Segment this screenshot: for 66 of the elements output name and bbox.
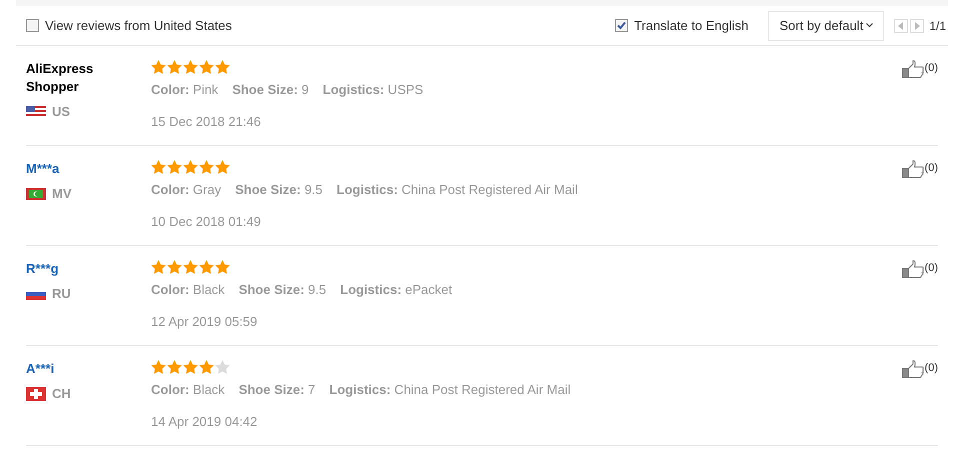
- detail-text: Shoe Size: 7: [238, 381, 316, 399]
- detail-text: Shoe Size: 9: [232, 81, 309, 99]
- caret-icon: [866, 23, 874, 28]
- thumbs-up-icon: [902, 260, 924, 278]
- page-indicator: 1/1: [929, 18, 946, 34]
- detail-text: Color: Black: [151, 381, 225, 399]
- like-button[interactable]: (0): [902, 60, 938, 78]
- star-icon: [215, 260, 230, 274]
- detail-text: Color: Black: [151, 281, 225, 299]
- star-icon: [151, 360, 166, 374]
- star-icon: [167, 60, 182, 74]
- detail-text: Shoe Size: 9.5: [235, 181, 323, 199]
- flag-icon: [26, 106, 46, 118]
- star-icon: [199, 260, 214, 274]
- checkbox[interactable]: [615, 19, 628, 32]
- star-icon: [183, 260, 198, 274]
- star-icon: [151, 160, 166, 174]
- flag-icon: [26, 188, 46, 200]
- translate-checkbox[interactable]: Translate to English: [615, 16, 748, 36]
- star-icon: [183, 160, 198, 174]
- reviewer-name[interactable]: A***i: [26, 360, 106, 378]
- star-icon: [183, 60, 198, 74]
- star-icon: [199, 160, 214, 174]
- star-icon: [167, 260, 182, 274]
- review-date: 15 Dec 2018 21:46: [151, 112, 262, 130]
- star-icon: [215, 160, 230, 174]
- right-arrow-icon: [914, 22, 920, 30]
- previous-page-button[interactable]: [894, 18, 908, 32]
- review-date: 10 Dec 2018 01:49: [151, 212, 262, 230]
- detail-text: Shoe Size: 9.5: [238, 281, 326, 299]
- detail-text: Logistics: China Post Registered Air Mail: [329, 381, 571, 399]
- star-icon: [215, 60, 230, 74]
- country-code: MV: [52, 185, 72, 203]
- like-button[interactable]: (0): [902, 160, 938, 178]
- detail-text: Logistics: China Post Registered Air Mail: [336, 181, 578, 199]
- country-code: RU: [52, 285, 71, 303]
- country-code: CH: [52, 385, 71, 403]
- reviewer-name[interactable]: R***g: [26, 260, 106, 278]
- detail-text: Logistics: ePacket: [340, 281, 452, 299]
- next-page-button[interactable]: [910, 18, 924, 32]
- star-icon: [167, 360, 182, 374]
- review-date: 14 Apr 2019 04:42: [151, 412, 258, 431]
- flag-icon: [26, 386, 46, 401]
- star-icon: [167, 160, 182, 174]
- star-icon: [183, 360, 198, 374]
- thumbs-up-icon: [902, 160, 924, 178]
- like-button[interactable]: (0): [902, 360, 938, 378]
- thumbs-up-icon: [902, 60, 924, 78]
- like-button[interactable]: (0): [902, 260, 938, 278]
- left-arrow-icon: [898, 22, 904, 30]
- checkbox[interactable]: [26, 19, 39, 32]
- reviewer-name: AliExpress Shopper: [26, 60, 94, 96]
- thumbs-up-icon: [902, 360, 924, 378]
- review-date: 12 Apr 2019 05:59: [151, 312, 258, 331]
- country-code: US: [52, 103, 70, 121]
- reviewer-name[interactable]: M***a: [26, 160, 106, 178]
- star-icon: [151, 60, 166, 74]
- detail-text: Logistics: USPS: [322, 81, 424, 99]
- star-icon: [199, 60, 214, 74]
- star-icon: [215, 360, 230, 374]
- star-icon: [151, 260, 166, 274]
- star-icon: [199, 360, 214, 374]
- sort-dropdown[interactable]: Sort by default: [768, 10, 884, 40]
- detail-text: Color: Pink: [151, 81, 218, 99]
- detail-text: Color: Gray: [151, 181, 222, 199]
- country-filter-checkbox[interactable]: View reviews from United States: [26, 16, 232, 36]
